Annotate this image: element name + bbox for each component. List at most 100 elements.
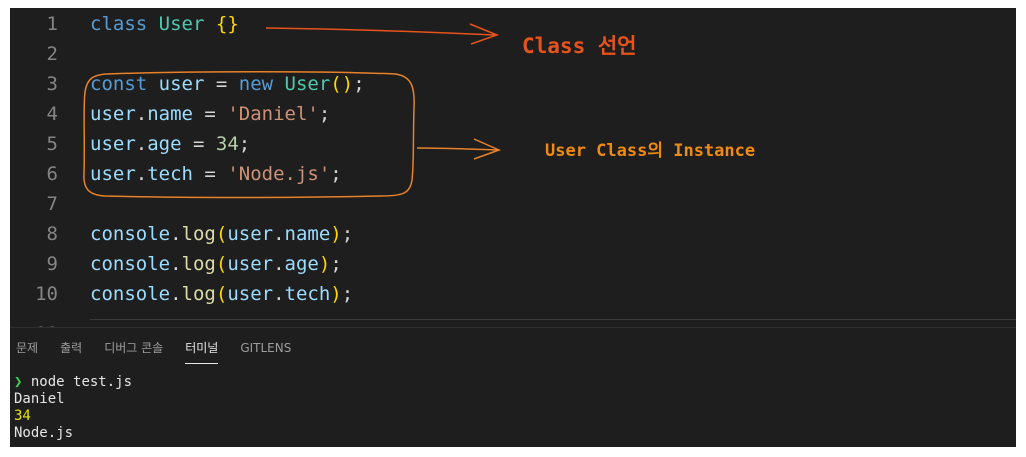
code-token: user [158, 73, 205, 95]
code-line: 4 user.name = 'Daniel'; [10, 99, 1016, 129]
code-token: 'Node.js' [227, 163, 331, 185]
code-text: console.log(user.name); [90, 219, 353, 249]
code-text: class User {} [90, 9, 239, 39]
code-line: 9 console.log(user.age); [10, 249, 1016, 279]
terminal-output[interactable]: ❯ node test.js Daniel 34 Node.js [14, 374, 132, 442]
code-token: const [90, 73, 148, 95]
code-token: age [147, 133, 182, 155]
code-token: user [227, 283, 274, 305]
code-line: 5 user.age = 34; [10, 129, 1016, 159]
line-number: 4 [46, 103, 58, 125]
code-token: user [90, 133, 136, 155]
code-token: = [192, 163, 228, 185]
code-token: ) [330, 223, 342, 245]
vscode-window: 1 class User {} 2 3 const user = new User();… [10, 8, 1016, 447]
code-token: name [284, 223, 331, 245]
terminal-output-line: Daniel [14, 391, 65, 407]
code-token: ; [341, 223, 354, 245]
panel-tab[interactable]: 디버그 콘솔 [104, 328, 163, 368]
code-text: const user = new User(); [90, 69, 365, 99]
code-token: age [284, 253, 319, 275]
panel-tab[interactable]: 문제 [16, 328, 38, 368]
code-token: . [135, 163, 148, 185]
terminal-output-line: 34 [14, 408, 31, 424]
code-token: User [158, 13, 205, 35]
code-token: ; [318, 103, 331, 125]
panel-tab[interactable]: 출력 [60, 328, 82, 368]
code-token: ; [238, 133, 251, 155]
code-token: class [90, 13, 148, 35]
code-token: ; [341, 283, 354, 305]
line-number-partial: 11 [10, 319, 58, 327]
panel-tab[interactable]: 터미널 [185, 328, 219, 368]
code-token: ( [215, 283, 228, 305]
line-number: 7 [46, 193, 58, 215]
terminal-command-line: ❯ node test.js [14, 374, 132, 391]
class-declaration-note: Class 선언 [522, 34, 637, 58]
code-line: 2 [10, 39, 1016, 69]
code-token: . [273, 223, 285, 245]
code-token: . [170, 253, 182, 275]
code-token: . [170, 223, 182, 245]
code-token: console [90, 223, 171, 245]
line-number: 10 [35, 283, 58, 305]
code-token: log [181, 283, 216, 305]
code-text: user.tech = 'Node.js'; [90, 159, 342, 189]
line-number: 8 [46, 223, 58, 245]
code-line: 6 user.tech = 'Node.js'; [10, 159, 1016, 189]
code-token: = [181, 133, 216, 155]
code-line: 3 const user = new User(); [10, 69, 1016, 99]
code-token: 34 [215, 133, 239, 155]
editor-scroll-shadow [90, 319, 1016, 320]
code-token: User [284, 73, 331, 95]
code-token: . [135, 103, 148, 125]
panel-tabs: 문제 출력 디버그 콘솔 터미널 GITLENS [16, 328, 313, 368]
line-number: 1 [46, 13, 58, 35]
code-token: console [90, 253, 171, 275]
prompt-arrow-icon: ❯ [14, 374, 23, 390]
code-token: . [170, 283, 182, 305]
code-line: 10 console.log(user.tech); [10, 279, 1016, 309]
code-line: 8 console.log(user.name); [10, 219, 1016, 249]
code-token: ( [215, 223, 228, 245]
code-token: user [90, 163, 136, 185]
code-token: ; [330, 253, 342, 275]
code-token: user [90, 103, 136, 125]
code-token: ; [330, 163, 342, 185]
code-line: 1 class User {} [10, 9, 1016, 39]
code-text: console.log(user.age); [90, 249, 342, 279]
code-text: console.log(user.tech); [90, 279, 353, 309]
code-editor[interactable]: 1 class User {} 2 3 const user = new User();… [10, 8, 1016, 327]
code-token: . [135, 133, 148, 155]
code-token: new [238, 73, 274, 95]
terminal-command: node test.js [30, 374, 133, 390]
code-token: () [330, 73, 354, 95]
panel-tab[interactable]: GITLENS [240, 328, 291, 368]
code-text: user.name = 'Daniel'; [90, 99, 330, 129]
code-token: 'Daniel' [227, 103, 319, 125]
terminal-output-line: Node.js [14, 425, 74, 441]
line-number: 2 [46, 43, 58, 65]
code-token: log [181, 253, 216, 275]
code-token: . [273, 253, 285, 275]
line-number: 5 [46, 133, 58, 155]
code-token: tech [284, 283, 331, 305]
code-token: tech [147, 163, 193, 185]
code-token: = [192, 103, 228, 125]
code-token: ; [353, 73, 365, 95]
code-token: user [227, 253, 274, 275]
code-token: ( [215, 253, 228, 275]
code-token: = [204, 73, 239, 95]
code-token: {} [215, 13, 239, 35]
line-number: 9 [46, 253, 58, 275]
code-text: user.age = 34; [90, 129, 250, 159]
code-token: console [90, 283, 171, 305]
bottom-panel: 문제 출력 디버그 콘솔 터미널 GITLENS ❯ node test.js Danie… [10, 327, 1016, 447]
line-number: 3 [46, 73, 58, 95]
instance-note: User Class의 Instance [545, 141, 756, 161]
code-token: log [181, 223, 216, 245]
